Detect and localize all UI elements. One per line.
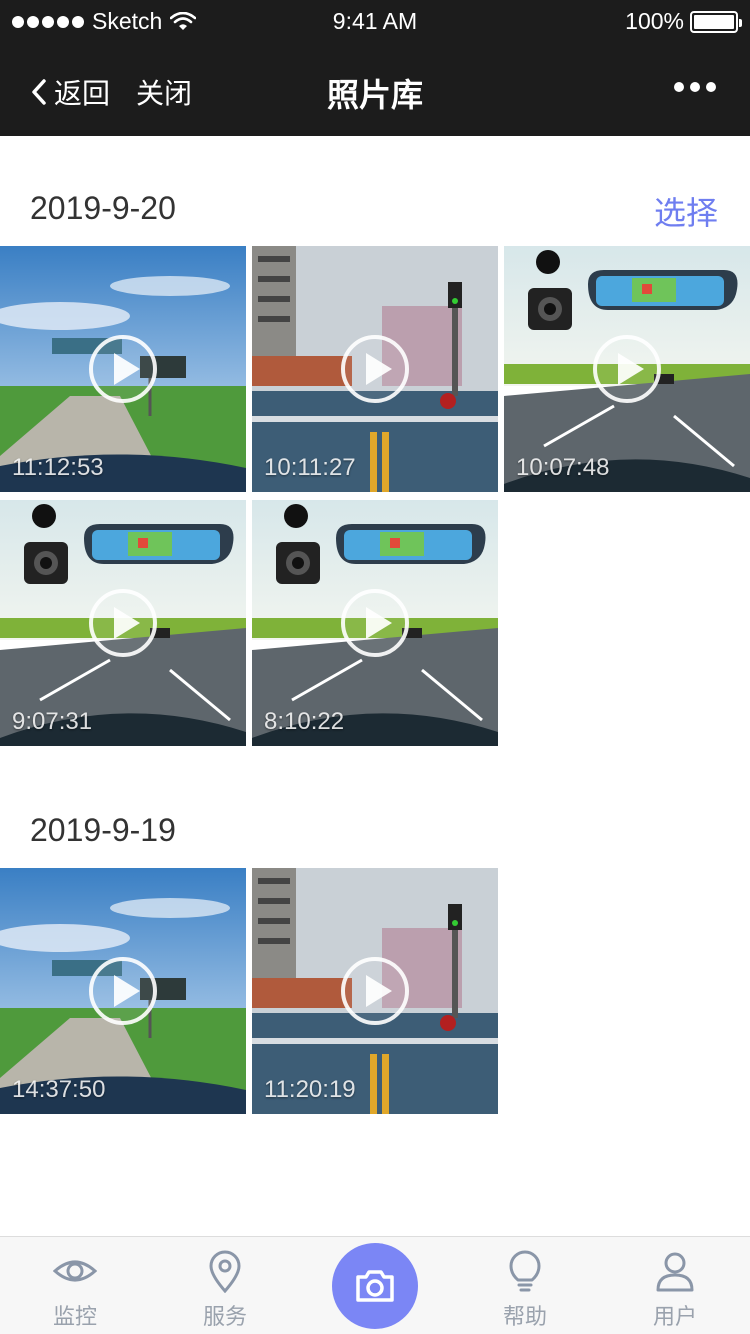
video-thumbnail[interactable]: 14:37:50 bbox=[0, 868, 246, 1114]
video-thumbnail[interactable]: 10:07:48 bbox=[504, 246, 750, 492]
photo-library-page: Sketch 9:41 AM 100% 返回 关闭 照片库 2019-9-20 bbox=[0, 0, 750, 1334]
status-bar: Sketch 9:41 AM 100% bbox=[0, 0, 750, 44]
status-right: 100% bbox=[625, 8, 742, 35]
play-icon bbox=[341, 335, 409, 403]
camera-icon bbox=[356, 1270, 394, 1302]
video-time: 10:11:27 bbox=[264, 454, 356, 481]
eye-icon bbox=[53, 1260, 97, 1282]
tab-label: 用户 bbox=[652, 1304, 697, 1329]
more-dots-icon bbox=[674, 82, 684, 92]
play-icon bbox=[89, 957, 157, 1025]
battery-icon bbox=[690, 10, 742, 33]
play-icon bbox=[341, 589, 409, 657]
tab-user[interactable]: 用户 bbox=[600, 1237, 750, 1334]
page-title: 照片库 bbox=[326, 77, 423, 113]
video-thumbnail[interactable]: 11:12:53 bbox=[0, 246, 246, 492]
section-header: 2019-9-20 选择 bbox=[0, 180, 750, 240]
play-icon bbox=[593, 335, 661, 403]
tab-label: 服务 bbox=[202, 1304, 247, 1329]
play-icon bbox=[341, 957, 409, 1025]
tab-service[interactable]: 服务 bbox=[150, 1237, 300, 1334]
lightbulb-icon bbox=[509, 1250, 541, 1292]
tab-monitor[interactable]: 监控 bbox=[0, 1237, 150, 1334]
nav-bar: 返回 关闭 照片库 bbox=[0, 44, 750, 136]
video-time: 11:20:19 bbox=[264, 1076, 356, 1103]
section-header: 2019-9-19 bbox=[0, 802, 750, 862]
tab-bar: 监控 服务 帮助 用户 bbox=[0, 1236, 750, 1334]
section-date: 2019-9-19 bbox=[30, 812, 176, 848]
battery-percent: 100% bbox=[625, 8, 684, 34]
video-thumbnail[interactable]: 8:10:22 bbox=[252, 500, 498, 746]
location-pin-icon bbox=[209, 1250, 241, 1293]
video-time: 8:10:22 bbox=[264, 708, 345, 735]
tab-label: 帮助 bbox=[502, 1304, 547, 1329]
video-thumbnail[interactable]: 11:20:19 bbox=[252, 868, 498, 1114]
video-thumbnail[interactable]: 10:11:27 bbox=[252, 246, 498, 492]
video-time: 11:12:53 bbox=[12, 454, 104, 481]
select-button[interactable]: 选择 bbox=[654, 188, 718, 234]
tab-help[interactable]: 帮助 bbox=[450, 1237, 600, 1334]
play-icon bbox=[89, 335, 157, 403]
user-icon bbox=[656, 1252, 694, 1292]
camera-button[interactable] bbox=[332, 1243, 418, 1329]
video-time: 10:07:48 bbox=[516, 454, 610, 481]
play-icon bbox=[89, 589, 157, 657]
video-time: 9:07:31 bbox=[12, 708, 93, 735]
tab-label: 监控 bbox=[52, 1304, 97, 1329]
video-thumbnail[interactable]: 9:07:31 bbox=[0, 500, 246, 746]
section-date: 2019-9-20 bbox=[30, 190, 176, 226]
video-time: 14:37:50 bbox=[12, 1076, 106, 1103]
more-options-button[interactable] bbox=[674, 82, 716, 92]
